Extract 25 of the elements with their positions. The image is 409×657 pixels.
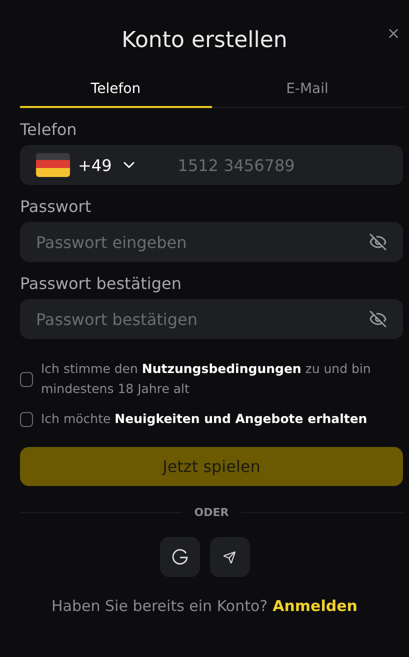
telegram-login-button[interactable]	[210, 537, 250, 577]
g-icon	[170, 547, 190, 567]
checkbox[interactable]	[20, 412, 33, 426]
dialog-title: Konto erstellen	[122, 28, 288, 53]
password-field[interactable]: Passwort eingeben	[20, 222, 403, 262]
country-code-dropdown[interactable]: +49	[36, 153, 138, 177]
footer-text: Haben Sie bereits ein Konto?	[52, 597, 268, 615]
tab[interactable]: E-Mail	[212, 75, 403, 108]
google-login-button[interactable]	[160, 537, 200, 577]
checkbox-label: Ich möchte Neuigkeiten und Angebote erhalten	[41, 410, 368, 428]
paper-plane-icon	[223, 550, 236, 564]
checkbox-label: Ich stimme den Nutzungsbedingungen zu und bin mindestens 18 Jahre alt	[41, 360, 372, 398]
field-label: Passwort bestätigen	[20, 274, 182, 293]
close-icon[interactable]	[386, 26, 401, 41]
flag-icon	[36, 153, 70, 177]
login-link[interactable]: Anmelden	[272, 597, 358, 615]
password-field[interactable]: Passwort bestätigen	[20, 299, 403, 339]
checkbox[interactable]	[20, 372, 33, 386]
phone-field[interactable]: +49 1512 3456789	[20, 145, 403, 185]
eye-off-icon[interactable]	[369, 310, 387, 328]
tab[interactable]: Telefon	[20, 75, 212, 108]
field-label: Passwort	[20, 197, 92, 216]
divider-text: ODER	[194, 506, 229, 519]
field-label: Telefon	[20, 120, 78, 139]
eye-off-icon[interactable]	[369, 233, 387, 251]
